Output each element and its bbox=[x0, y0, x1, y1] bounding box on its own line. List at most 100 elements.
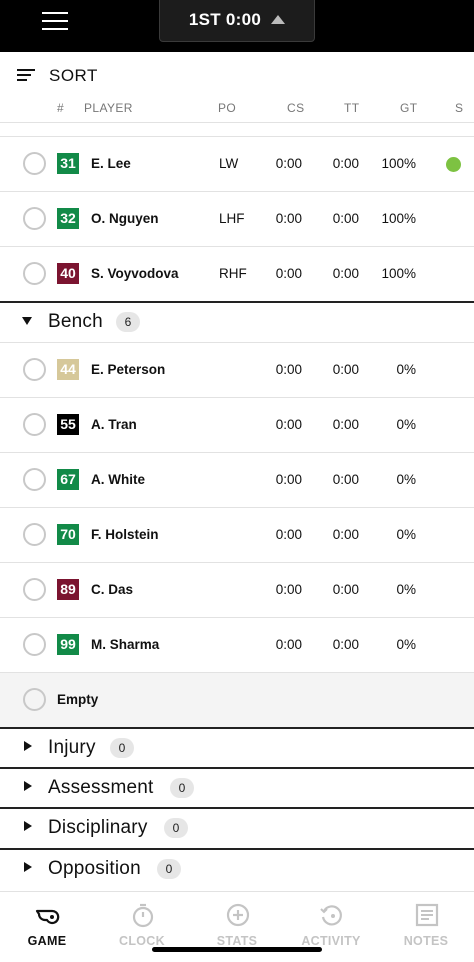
section-title: Bench bbox=[48, 311, 103, 332]
player-row[interactable]: 31 E. Lee LW 0:00 0:00 100% bbox=[0, 137, 474, 192]
player-cs: 0:00 bbox=[275, 266, 302, 281]
sort-button[interactable]: SORT bbox=[49, 66, 98, 86]
select-radio[interactable] bbox=[23, 358, 46, 381]
player-tt: 0:00 bbox=[332, 266, 359, 281]
whistle-icon bbox=[35, 909, 60, 925]
player-position: LHF bbox=[219, 211, 245, 226]
nav-notes[interactable]: NOTES bbox=[379, 892, 473, 952]
player-cs: 0:00 bbox=[275, 637, 302, 652]
menu-icon[interactable] bbox=[42, 12, 68, 32]
nav-label: NOTES bbox=[403, 934, 449, 948]
player-cs: 0:00 bbox=[275, 417, 302, 432]
player-tt: 0:00 bbox=[332, 472, 359, 487]
column-headers: # PLAYER PO CS TT GT S bbox=[0, 98, 474, 120]
nav-label: CLOCK bbox=[119, 934, 165, 948]
player-cs: 0:00 bbox=[275, 527, 302, 542]
select-radio[interactable] bbox=[23, 468, 46, 491]
select-radio[interactable] bbox=[23, 688, 46, 711]
player-row[interactable]: 89 C. Das 0:00 0:00 0% bbox=[0, 563, 474, 618]
player-row[interactable]: 99 M. Sharma 0:00 0:00 0% bbox=[0, 618, 474, 673]
nav-clock[interactable]: CLOCK bbox=[95, 892, 189, 952]
player-cs: 0:00 bbox=[275, 362, 302, 377]
player-name: E. Peterson bbox=[91, 362, 166, 377]
player-name: A. White bbox=[91, 472, 145, 487]
top-bar: 1ST 0:00 bbox=[0, 0, 474, 52]
nav-stats[interactable]: STATS bbox=[190, 892, 284, 952]
player-gt: 100% bbox=[381, 156, 416, 171]
player-name: E. Lee bbox=[91, 156, 131, 171]
section-opposition[interactable]: Opposition 0 bbox=[0, 850, 474, 888]
jersey-number: 99 bbox=[57, 634, 79, 655]
player-tt: 0:00 bbox=[332, 637, 359, 652]
section-assessment[interactable]: Assessment 0 bbox=[0, 769, 474, 807]
player-gt: 0% bbox=[396, 472, 416, 487]
section-title: Assessment bbox=[48, 777, 154, 798]
select-radio[interactable] bbox=[23, 523, 46, 546]
column-header-status[interactable]: S bbox=[455, 101, 463, 115]
section-count-badge: 0 bbox=[110, 738, 134, 758]
column-header-number[interactable]: # bbox=[57, 101, 64, 115]
select-radio[interactable] bbox=[23, 262, 46, 285]
notes-icon bbox=[415, 903, 439, 927]
player-name: F. Holstein bbox=[91, 527, 159, 542]
player-cs: 0:00 bbox=[275, 211, 302, 226]
player-row[interactable]: 40 S. Voyvodova RHF 0:00 0:00 100% bbox=[0, 247, 474, 302]
jersey-number: 55 bbox=[57, 414, 79, 435]
period-clock-text: 1ST 0:00 bbox=[188, 10, 262, 29]
player-gt: 100% bbox=[381, 266, 416, 281]
player-row[interactable]: 67 A. White 0:00 0:00 0% bbox=[0, 453, 474, 508]
section-injury[interactable]: Injury 0 bbox=[0, 729, 474, 767]
player-row[interactable]: 70 F. Holstein 0:00 0:00 0% bbox=[0, 508, 474, 563]
column-header-gt[interactable]: GT bbox=[400, 101, 417, 115]
nav-game[interactable]: GAME bbox=[0, 892, 94, 952]
select-radio[interactable] bbox=[23, 633, 46, 656]
player-gt: 0% bbox=[396, 582, 416, 597]
player-tt: 0:00 bbox=[332, 156, 359, 171]
jersey-number: 89 bbox=[57, 579, 79, 600]
player-cs: 0:00 bbox=[275, 156, 302, 171]
select-radio[interactable] bbox=[23, 578, 46, 601]
jersey-number: 44 bbox=[57, 359, 79, 380]
player-position: LW bbox=[219, 156, 239, 171]
select-radio[interactable] bbox=[23, 152, 46, 175]
player-gt: 100% bbox=[381, 211, 416, 226]
section-count-badge: 0 bbox=[164, 818, 188, 838]
player-row[interactable]: 44 E. Peterson 0:00 0:00 0% bbox=[0, 343, 474, 398]
jersey-number: 31 bbox=[57, 153, 79, 174]
home-indicator bbox=[152, 947, 322, 952]
player-name: M. Sharma bbox=[91, 637, 160, 652]
section-bench[interactable]: Bench 6 bbox=[0, 303, 474, 341]
player-row[interactable]: 55 A. Tran 0:00 0:00 0% bbox=[0, 398, 474, 453]
sort-icon[interactable] bbox=[17, 69, 35, 81]
period-clock-selector[interactable]: 1ST 0:00 bbox=[159, 0, 315, 42]
column-header-player[interactable]: PLAYER bbox=[84, 101, 133, 115]
select-radio[interactable] bbox=[23, 413, 46, 436]
history-icon bbox=[320, 905, 342, 926]
select-radio[interactable] bbox=[23, 207, 46, 230]
player-cs: 0:00 bbox=[275, 472, 302, 487]
stopwatch-icon bbox=[132, 903, 154, 928]
player-tt: 0:00 bbox=[332, 362, 359, 377]
sort-bar: SORT bbox=[0, 52, 474, 98]
player-cs: 0:00 bbox=[275, 582, 302, 597]
nav-activity[interactable]: ACTIVITY bbox=[284, 892, 378, 952]
column-header-cs[interactable]: CS bbox=[287, 101, 304, 115]
caret-right-icon bbox=[24, 821, 32, 831]
player-position: RHF bbox=[219, 266, 247, 281]
empty-slot-row[interactable]: Empty bbox=[0, 673, 474, 727]
player-tt: 0:00 bbox=[332, 417, 359, 432]
column-header-position[interactable]: PO bbox=[218, 101, 236, 115]
caret-up-icon bbox=[271, 14, 286, 24]
caret-right-icon bbox=[24, 781, 32, 791]
plus-circle-icon bbox=[226, 903, 250, 927]
caret-right-icon bbox=[24, 741, 32, 751]
player-name: O. Nguyen bbox=[91, 211, 159, 226]
column-header-tt[interactable]: TT bbox=[344, 101, 359, 115]
player-name: A. Tran bbox=[91, 417, 137, 432]
player-tt: 0:00 bbox=[332, 582, 359, 597]
player-row[interactable]: 32 O. Nguyen LHF 0:00 0:00 100% bbox=[0, 192, 474, 247]
jersey-number: 40 bbox=[57, 263, 79, 284]
section-disciplinary[interactable]: Disciplinary 0 bbox=[0, 809, 474, 847]
section-title: Disciplinary bbox=[48, 817, 148, 838]
empty-slot-label: Empty bbox=[57, 692, 99, 707]
